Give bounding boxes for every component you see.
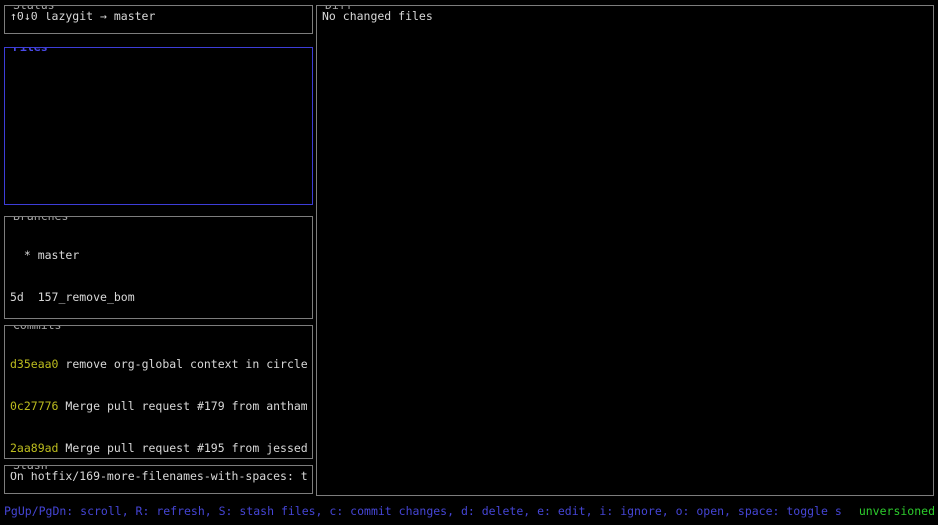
branches-panel-title: Branches [11,216,70,223]
stash-entry[interactable]: On hotfix/169-more-filenames-with-spaces… [5,466,312,483]
commit-sha: d35eaa0 [10,357,58,371]
files-list [5,48,312,51]
branch-row[interactable]: * master [10,248,307,262]
diff-panel-title: Diff [323,5,355,12]
status-panel[interactable]: Status ↑0↓0 lazygit → master [4,5,313,34]
lazygit-terminal: Status ↑0↓0 lazygit → master Files Branc… [0,0,938,525]
commit-message-text: Merge pull request #179 from antham [65,399,307,413]
commit-message-text: Merge pull request #195 from jessed [65,441,307,455]
commit-row[interactable]: 2aa89ad Merge pull request #195 from jes… [10,441,307,455]
stash-panel[interactable]: Stash On hotfix/169-more-filenames-with-… [4,465,313,494]
commit-sha: 2aa89ad [10,441,58,455]
branch-name: master [38,248,80,262]
branches-list: * master 5d 157_remove_bom 18h hotfix/19… [5,217,312,319]
keybindings-bar: PgUp/PgDn: scroll, R: refresh, S: stash … [4,504,935,518]
commits-panel-title: Commits [11,325,63,332]
files-panel-title: Files [11,47,50,54]
branch-row[interactable]: 5d 157_remove_bom [10,290,307,304]
branch-name: 157_remove_bom [38,290,135,304]
commit-message-text: remove org-global context in circle [65,357,307,371]
version-label: unversioned [852,504,935,518]
commit-row[interactable]: d35eaa0 remove org-global context in cir… [10,357,307,371]
branch-recency: * [10,248,38,262]
commits-list: d35eaa0 remove org-global context in cir… [5,326,312,459]
keybinding-options: PgUp/PgDn: scroll, R: refresh, S: stash … [4,504,842,518]
stash-panel-title: Stash [11,465,50,472]
commit-row[interactable]: 0c27776 Merge pull request #179 from ant… [10,399,307,413]
status-panel-title: Status [11,5,57,12]
branch-recency: 5d [10,290,38,304]
commits-panel[interactable]: Commits d35eaa0 remove org-global contex… [4,325,313,459]
diff-panel[interactable]: Diff No changed files [316,5,934,496]
diff-content: No changed files [317,6,933,23]
files-panel[interactable]: Files [4,47,313,205]
commit-sha: 0c27776 [10,399,58,413]
branches-panel[interactable]: Branches * master 5d 157_remove_bom 18h … [4,216,313,319]
